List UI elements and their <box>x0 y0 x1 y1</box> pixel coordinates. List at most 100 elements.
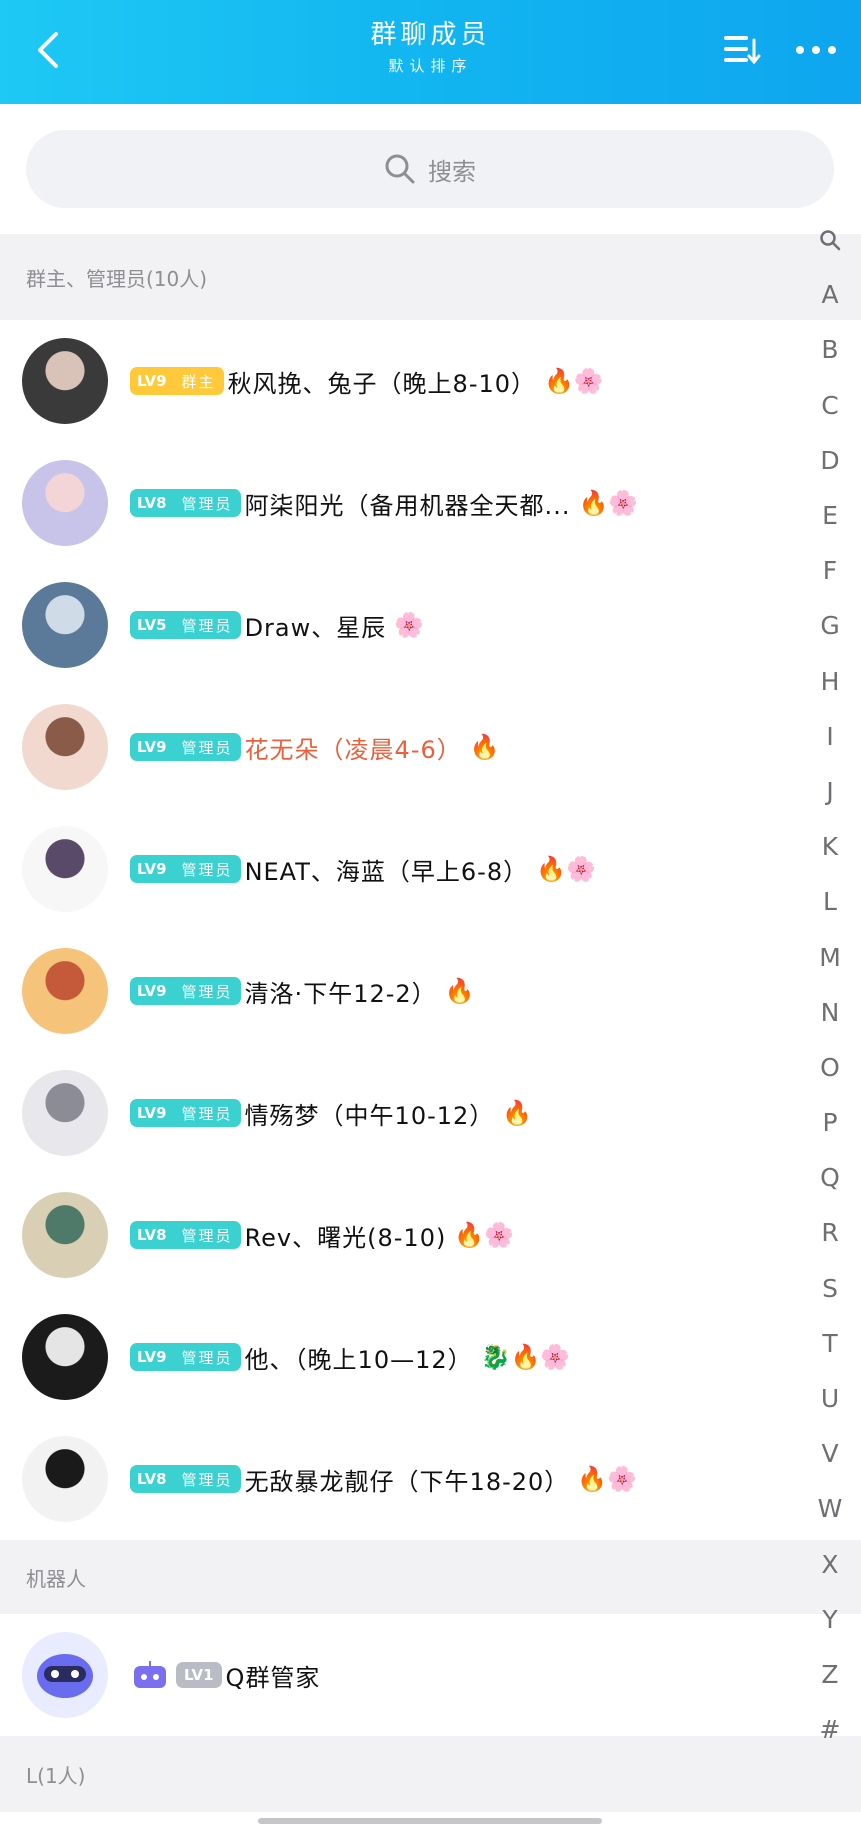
section-header-admins: 群主、管理员(10人) <box>0 234 861 320</box>
index-letter[interactable]: L <box>823 874 837 929</box>
index-letter[interactable]: K <box>822 819 838 874</box>
level-role-badge: LV8 管理员 <box>130 1465 241 1493</box>
member-name: 花无朵（凌晨4-6） <box>244 735 462 764</box>
avatar[interactable] <box>22 1632 108 1718</box>
index-letter[interactable]: J <box>826 764 833 819</box>
search-placeholder: 搜索 <box>428 157 476 186</box>
level-role-badge: LV9 管理员 <box>130 977 241 1005</box>
level-role-badge: LV9 群主 <box>130 367 224 395</box>
index-letter[interactable]: # <box>820 1702 841 1757</box>
status-emoji: 🌸 <box>394 611 425 639</box>
index-letter[interactable]: A <box>821 267 838 322</box>
index-letter[interactable]: Q <box>820 1150 840 1205</box>
index-letter[interactable]: X <box>821 1537 838 1592</box>
member-row[interactable]: LV8 管理员 阿柒阳光（备用机器全天都... 🔥🌸 <box>0 442 810 564</box>
more-button[interactable] <box>792 30 840 70</box>
search-area: 搜索 <box>0 104 861 234</box>
member-row[interactable]: LV5 管理员 Draw、星辰 🌸 <box>0 564 810 686</box>
index-letter[interactable]: R <box>821 1205 838 1260</box>
more-dot <box>812 46 820 54</box>
index-letter[interactable]: D <box>820 433 839 488</box>
avatar[interactable] <box>22 948 108 1034</box>
member-row[interactable]: LV9 管理员 清洛·下午12-2） 🔥 <box>0 930 810 1052</box>
index-letter[interactable]: T <box>822 1316 837 1371</box>
index-letter[interactable]: G <box>820 598 839 653</box>
index-letter[interactable]: O <box>820 1040 840 1095</box>
avatar[interactable] <box>22 338 108 424</box>
index-letter[interactable]: H <box>821 654 840 709</box>
status-emoji: 🔥🌸 <box>577 1465 638 1493</box>
member-row[interactable]: LV9 管理员 花无朵（凌晨4-6） 🔥 <box>0 686 810 808</box>
index-letter[interactable]: N <box>821 985 840 1040</box>
avatar[interactable] <box>22 826 108 912</box>
level-badge: LV8 <box>130 1465 174 1493</box>
level-badge: LV5 <box>130 611 174 639</box>
member-name: 情殇梦（中午10-12） <box>244 1101 495 1130</box>
alphabet-index[interactable]: A B C D E F G H I J K L M N O P Q R S T U V W X Y Z # <box>813 212 847 1757</box>
status-emoji: 🐉🔥🌸 <box>480 1343 571 1371</box>
member-row[interactable]: LV9 管理员 情殇梦（中午10-12） 🔥 <box>0 1052 810 1174</box>
level-badge: LV9 <box>130 1099 174 1127</box>
avatar[interactable] <box>22 582 108 668</box>
index-letter[interactable]: S <box>822 1261 838 1316</box>
role-badge: 管理员 <box>173 1099 241 1127</box>
member-row[interactable]: LV8 管理员 无敌暴龙靓仔（下午18-20） 🔥🌸 <box>0 1418 810 1540</box>
level-badge: LV9 <box>130 733 174 761</box>
role-badge: 管理员 <box>173 977 241 1005</box>
level-role-badge: LV9 管理员 <box>130 1343 241 1371</box>
robot-icon <box>134 1661 166 1688</box>
index-letter[interactable]: W <box>818 1481 843 1536</box>
avatar[interactable] <box>22 1192 108 1278</box>
index-search-icon[interactable] <box>819 212 841 267</box>
member-name: Rev、曙光(8-10) <box>244 1223 447 1252</box>
section-header-l: L(1人) <box>0 1736 861 1812</box>
avatar[interactable] <box>22 460 108 546</box>
role-badge: 管理员 <box>173 855 241 883</box>
level-role-badge: LV9 管理员 <box>130 1099 241 1127</box>
search-icon <box>385 154 415 184</box>
member-name: 秋风挽、兔子（晚上8-10） <box>227 369 537 398</box>
role-badge: 管理员 <box>173 733 241 761</box>
index-letter[interactable]: P <box>822 1095 837 1150</box>
member-row[interactable]: LV9 管理员 NEAT、海蓝（早上6-8） 🔥🌸 <box>0 808 810 930</box>
index-letter[interactable]: M <box>819 929 841 984</box>
avatar[interactable] <box>22 1314 108 1400</box>
status-emoji: 🔥🌸 <box>536 855 596 883</box>
index-letter[interactable]: I <box>826 709 833 764</box>
avatar[interactable] <box>22 1070 108 1156</box>
member-name: NEAT、海蓝（早上6-8） <box>244 857 529 886</box>
level-role-badge: LV5 管理员 <box>130 611 241 639</box>
member-name: 清洛·下午12-2） <box>244 979 437 1008</box>
sort-icon <box>724 36 761 65</box>
search-input[interactable]: 搜索 <box>26 130 834 208</box>
index-letter[interactable]: V <box>821 1426 838 1481</box>
sort-button[interactable] <box>722 30 762 70</box>
index-letter[interactable]: E <box>822 488 838 543</box>
role-badge: 群主 <box>173 367 224 395</box>
index-letter[interactable]: C <box>821 378 838 433</box>
index-letter[interactable]: F <box>823 543 837 598</box>
section-header-robots: 机器人 <box>0 1540 861 1614</box>
member-row[interactable]: LV8 管理员 Rev、曙光(8-10) 🔥🌸 <box>0 1174 810 1296</box>
member-name: 无敌暴龙靓仔（下午18-20） <box>244 1467 570 1496</box>
index-letter[interactable]: B <box>821 322 838 377</box>
member-row[interactable]: LV9 群主 秋风挽、兔子（晚上8-10） 🔥🌸 <box>0 320 810 442</box>
index-letter[interactable]: Y <box>822 1592 837 1647</box>
robot-row[interactable]: LV1 Q群管家 <box>0 1614 810 1736</box>
level-role-badge: LV8 管理员 <box>130 489 241 517</box>
index-letter[interactable]: Z <box>821 1647 838 1702</box>
avatar[interactable] <box>22 704 108 790</box>
status-emoji: 🔥🌸 <box>578 489 639 517</box>
index-letter[interactable]: U <box>821 1371 839 1426</box>
member-row[interactable]: LV9 管理员 他、（晚上10—12） 🐉🔥🌸 <box>0 1296 810 1418</box>
status-emoji: 🔥 <box>469 733 500 761</box>
level-role-badge: LV8 管理员 <box>130 1221 241 1249</box>
more-dots-icon <box>796 46 804 54</box>
level-badge: LV9 <box>130 1343 174 1371</box>
role-badge: 管理员 <box>173 1465 241 1493</box>
avatar[interactable] <box>22 1436 108 1522</box>
member-name: Q群管家 <box>225 1663 321 1692</box>
level-badge: LV9 <box>130 855 174 883</box>
home-indicator <box>258 1818 602 1824</box>
status-emoji: 🔥 <box>444 977 475 1005</box>
